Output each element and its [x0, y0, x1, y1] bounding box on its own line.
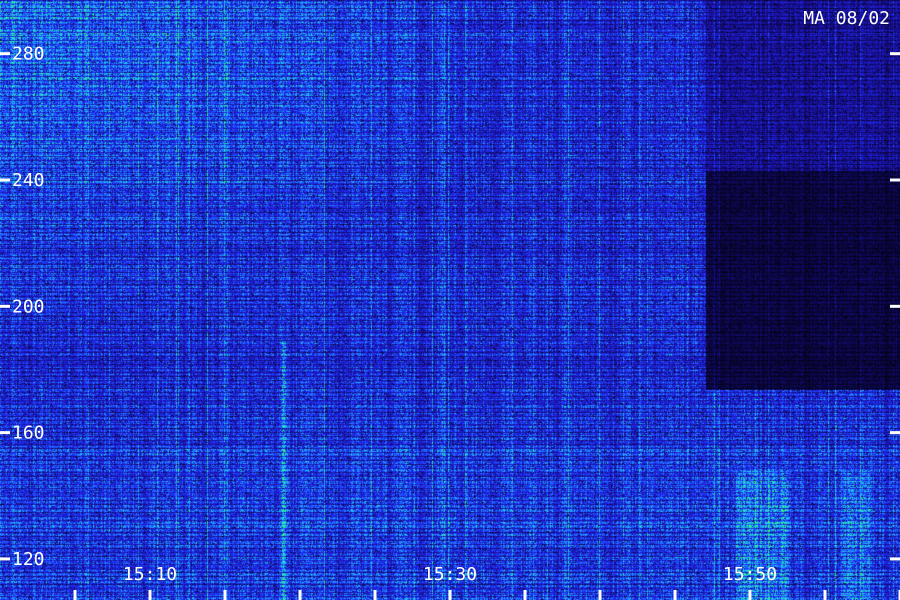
- station-date-label: MA 08/02: [803, 8, 890, 29]
- y-axis-left: 120 160 200 240 280: [0, 44, 45, 570]
- y-tick-label: 160: [12, 423, 45, 444]
- x-axis: 15:10 15:30 15:50: [73, 564, 900, 600]
- x-tick-label: 15:50: [723, 564, 777, 585]
- y-tick-label: 280: [12, 44, 45, 65]
- x-tick-label: 15:30: [423, 564, 477, 585]
- y-tick-label: 200: [12, 296, 45, 317]
- y-axis-right: [890, 52, 900, 561]
- axes-overlay: 120 160 200 240 280 15:10 15:30 15:50 MA 08/02: [0, 8, 900, 600]
- y-tick-label: 120: [12, 549, 45, 570]
- y-tick-label: 240: [12, 170, 45, 191]
- x-tick-label: 15:10: [123, 564, 177, 585]
